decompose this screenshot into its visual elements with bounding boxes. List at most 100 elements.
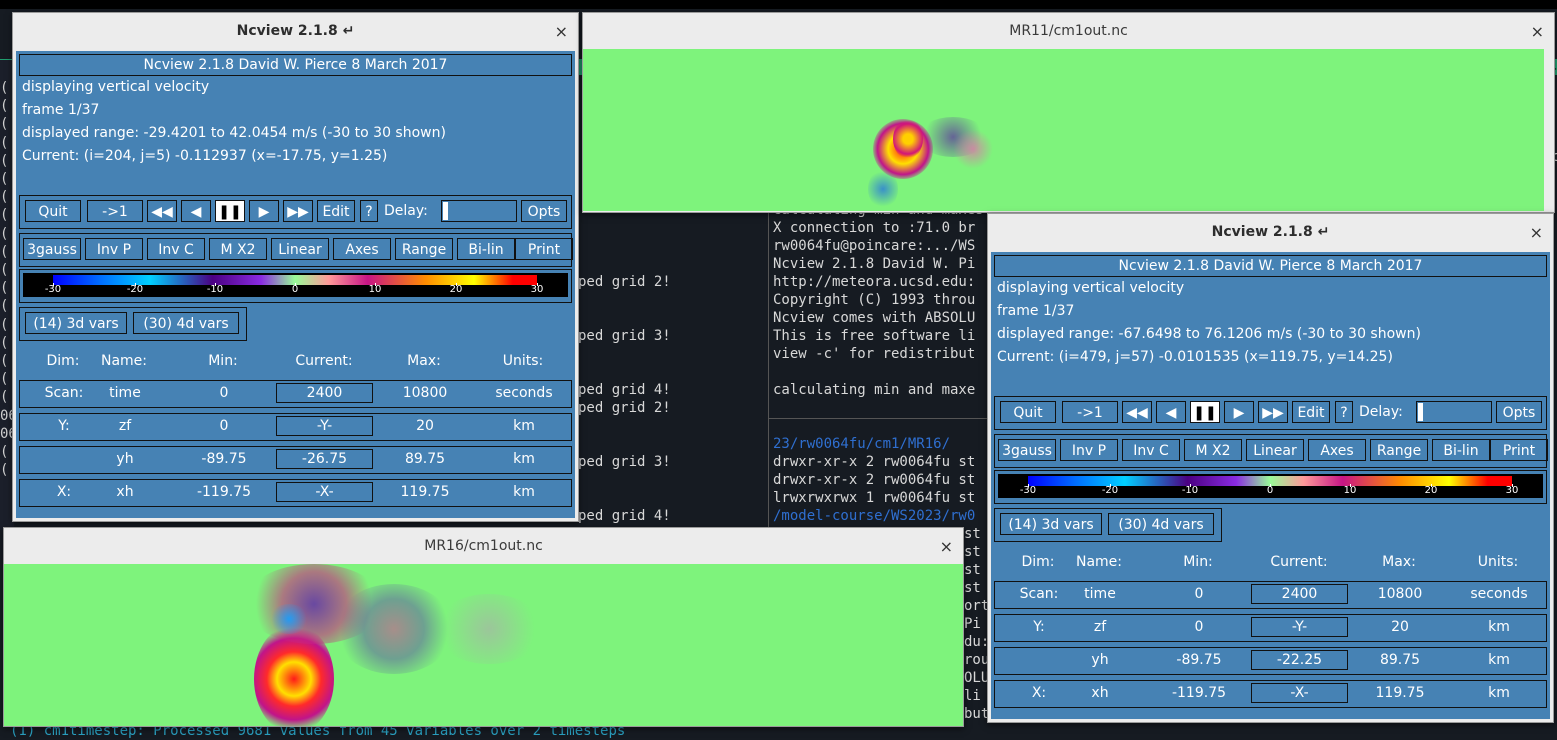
colorbar-strip: -30 -20 -10 0 10 20 30 xyxy=(23,273,568,297)
close-icon[interactable]: × xyxy=(1531,22,1544,41)
pause-icon[interactable]: ❚❚ xyxy=(1190,401,1220,423)
quit-button[interactable]: Quit xyxy=(25,200,81,222)
velocity-plot-mr11[interactable] xyxy=(583,49,1544,211)
dimension-current-button[interactable]: -X- xyxy=(276,482,373,502)
colorbar[interactable]: -30 -20 -10 0 10 20 30 xyxy=(19,269,572,303)
dimension-row: Scan: time 0 2400 10800 seconds xyxy=(994,581,1547,609)
colormap-button[interactable]: 3gauss xyxy=(23,238,81,260)
dimension-current-button[interactable]: -X- xyxy=(1251,683,1348,703)
dimension-row: X: xh -119.75 -X- 119.75 km xyxy=(19,479,572,507)
axes-button[interactable]: Axes xyxy=(333,238,391,260)
dimension-units: km xyxy=(1488,685,1510,701)
colorbar[interactable]: -30 -20 -10 0 10 20 30 xyxy=(994,470,1547,504)
dimension-min: 0 xyxy=(219,418,229,434)
range-button[interactable]: Range xyxy=(1370,439,1428,461)
edit-button[interactable]: Edit xyxy=(1292,401,1330,423)
dimension-name[interactable]: zf xyxy=(119,418,131,434)
pause-icon[interactable]: ❚❚ xyxy=(215,200,245,222)
invert-physical-button[interactable]: Inv P xyxy=(85,238,143,260)
restart-button[interactable]: ->1 xyxy=(87,200,143,222)
delay-label: Delay: xyxy=(1359,404,1403,420)
dimension-current-button[interactable]: -26.75 xyxy=(276,449,373,469)
3d-vars-button[interactable]: (14) 3d vars xyxy=(25,312,127,334)
close-icon[interactable]: × xyxy=(940,537,953,556)
rewind-icon[interactable]: ◀◀ xyxy=(1122,401,1152,423)
restart-button[interactable]: ->1 xyxy=(1062,401,1118,423)
terminal-line: drwxr-xr-x 2 rw0064fu st xyxy=(773,454,976,470)
terminal-divider-h xyxy=(768,418,998,419)
step-back-icon[interactable]: ◀ xyxy=(1156,401,1186,423)
velocity-plot-mr16[interactable] xyxy=(4,564,963,726)
step-forward-icon[interactable]: ▶ xyxy=(249,200,279,222)
help-button[interactable]: ? xyxy=(1335,401,1353,423)
invert-physical-button[interactable]: Inv P xyxy=(1060,439,1118,461)
range-button[interactable]: Range xyxy=(395,238,453,260)
range-label: displayed range: -67.6498 to 76.1206 m/s… xyxy=(997,326,1421,342)
terminal-line: du: xyxy=(964,634,990,650)
dimension-current-button[interactable]: 2400 xyxy=(1251,584,1348,604)
fast-forward-icon[interactable]: ▶▶ xyxy=(1258,401,1288,423)
dimension-name[interactable]: time xyxy=(1084,586,1116,602)
step-forward-icon[interactable]: ▶ xyxy=(1224,401,1254,423)
dimension-current-button[interactable]: -22.25 xyxy=(1251,650,1348,670)
quit-button[interactable]: Quit xyxy=(1000,401,1056,423)
dimension-current-button[interactable]: -Y- xyxy=(276,416,373,436)
print-button[interactable]: Print xyxy=(515,238,573,260)
variable-groups: (14) 3d vars (30) 4d vars xyxy=(19,307,247,341)
edit-button[interactable]: Edit xyxy=(317,200,355,222)
fast-forward-icon[interactable]: ▶▶ xyxy=(283,200,313,222)
dimension-name[interactable]: xh xyxy=(1091,685,1108,701)
dimension-current-button[interactable]: -Y- xyxy=(1251,617,1348,637)
terminal-edge-char: ( xyxy=(0,116,9,133)
dimension-name[interactable]: zf xyxy=(1094,619,1106,635)
colorbar-tick-label: -20 xyxy=(126,284,144,295)
interpolation-button[interactable]: Bi-lin xyxy=(1432,439,1490,461)
transform-button[interactable]: Linear xyxy=(271,238,329,260)
terminal-line: st xyxy=(964,562,981,578)
dimension-max: 10800 xyxy=(402,385,448,401)
transform-button[interactable]: Linear xyxy=(1246,439,1304,461)
close-icon[interactable]: × xyxy=(555,22,568,41)
delay-slider[interactable] xyxy=(1416,401,1492,423)
delay-slider-thumb[interactable] xyxy=(443,202,448,220)
print-button[interactable]: Print xyxy=(1490,439,1548,461)
dimension-name[interactable]: xh xyxy=(116,484,133,500)
terminal-edge-char: ( xyxy=(0,243,9,260)
dimension-row: yh -89.75 -22.25 89.75 km xyxy=(994,647,1547,675)
frame-label: frame 1/37 xyxy=(22,102,100,118)
rewind-icon[interactable]: ◀◀ xyxy=(147,200,177,222)
dimension-units: km xyxy=(513,451,535,467)
playback-toolbar: Quit ->1 ◀◀ ◀ ❚❚ ▶ ▶▶ Edit? Delay: Opts xyxy=(19,195,572,229)
step-back-icon[interactable]: ◀ xyxy=(181,200,211,222)
dimension-units: seconds xyxy=(495,385,553,401)
colorbar-tick-label: -20 xyxy=(1101,485,1119,496)
delay-slider-thumb[interactable] xyxy=(1418,403,1423,421)
opts-button[interactable]: Opts xyxy=(521,200,567,222)
dimension-name[interactable]: yh xyxy=(1091,652,1108,668)
4d-vars-button[interactable]: (30) 4d vars xyxy=(1108,513,1214,535)
help-button[interactable]: ? xyxy=(360,200,378,222)
opts-button[interactable]: Opts xyxy=(1496,401,1542,423)
3d-vars-button[interactable]: (14) 3d vars xyxy=(1000,513,1102,535)
dimension-name[interactable]: time xyxy=(109,385,141,401)
colorbar-tick-label: -30 xyxy=(44,284,62,295)
interpolation-button[interactable]: Bi-lin xyxy=(457,238,515,260)
magnify-button[interactable]: M X2 xyxy=(209,238,267,260)
dimension-max: 10800 xyxy=(1377,586,1423,602)
close-icon[interactable]: × xyxy=(1530,223,1543,242)
invert-colormap-button[interactable]: Inv C xyxy=(147,238,205,260)
terminal-edge-char: ( xyxy=(0,134,9,151)
colormap-button[interactable]: 3gauss xyxy=(998,439,1056,461)
4d-vars-button[interactable]: (30) 4d vars xyxy=(133,312,239,334)
axes-button[interactable]: Axes xyxy=(1308,439,1366,461)
magnify-button[interactable]: M X2 xyxy=(1184,439,1242,461)
dimension-name[interactable]: yh xyxy=(116,451,133,467)
invert-colormap-button[interactable]: Inv C xyxy=(1122,439,1180,461)
delay-slider[interactable] xyxy=(441,200,517,222)
terminal-edge-char: ( xyxy=(0,444,9,460)
dimension-current-button[interactable]: 2400 xyxy=(276,383,373,403)
dimension-min: 0 xyxy=(1194,619,1204,635)
terminal-edge-char: ( xyxy=(0,225,9,242)
range-label: displayed range: -29.4201 to 42.0454 m/s… xyxy=(22,125,446,141)
playback-toolbar: Quit ->1 ◀◀ ◀ ❚❚ ▶ ▶▶ Edit? Delay: Opts xyxy=(994,396,1547,430)
